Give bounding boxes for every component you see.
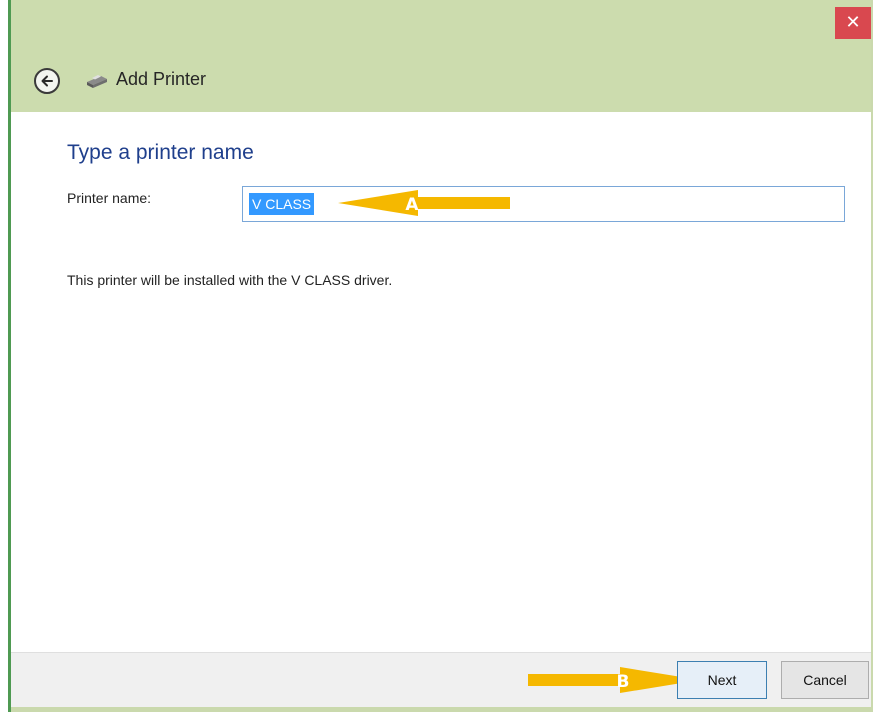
printer-name-label: Printer name: [67, 190, 152, 206]
cancel-button[interactable]: Cancel [781, 661, 869, 699]
callout-label-b: B [617, 672, 630, 692]
window-bottom-border [11, 707, 871, 712]
callout-arrow-b: B [528, 667, 700, 693]
driver-info-text: This printer will be installed with the … [67, 272, 393, 288]
close-button[interactable]: ✕ [835, 7, 871, 39]
callout-label-a: A [405, 195, 419, 215]
back-button[interactable] [34, 68, 60, 94]
page-heading: Type a printer name [67, 141, 254, 164]
wizard-title: Add Printer [116, 69, 207, 89]
back-arrow-icon [41, 75, 53, 87]
printer-name-input[interactable]: V CLASS [242, 186, 845, 222]
title-bar[interactable] [11, 0, 871, 52]
add-printer-window: ✕ Add Printer Type a printer name Printe… [0, 0, 873, 712]
callout-arrow-a: A [338, 190, 510, 216]
next-button[interactable]: Next [677, 661, 767, 699]
printer-name-value: V CLASS [249, 193, 315, 215]
close-icon: ✕ [845, 12, 861, 33]
printer-icon [87, 75, 107, 88]
